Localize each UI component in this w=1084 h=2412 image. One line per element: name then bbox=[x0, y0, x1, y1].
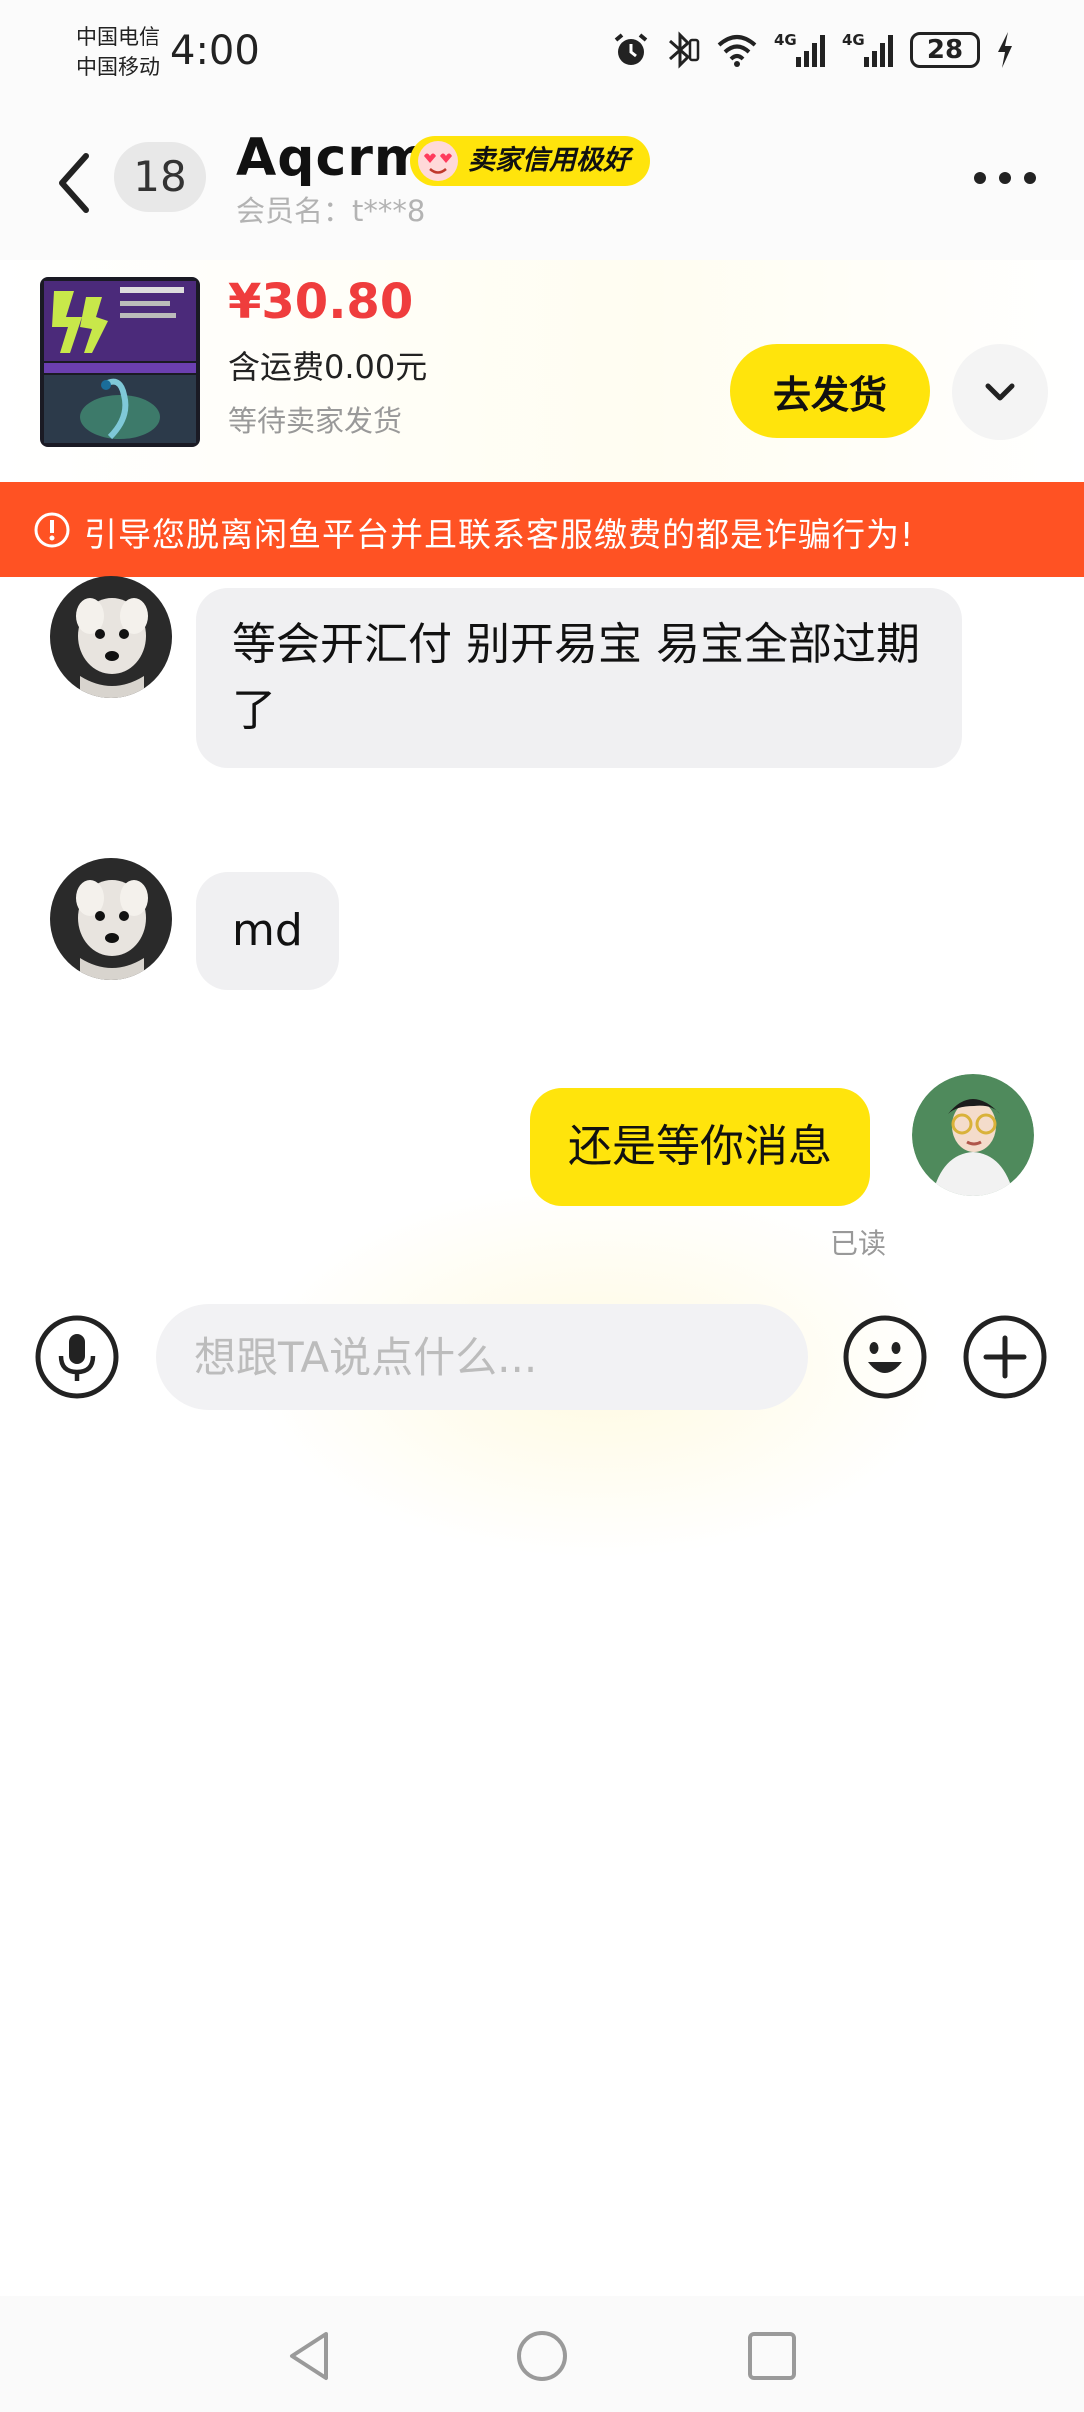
more-options-icon[interactable] bbox=[970, 158, 1040, 198]
carrier-2: 中国移动 bbox=[76, 55, 160, 79]
voice-input-icon[interactable] bbox=[34, 1314, 120, 1400]
signal-icon: 4G bbox=[774, 31, 825, 67]
warning-icon bbox=[34, 512, 70, 548]
order-card: ¥30.80 含运费0.00元 等待卖家发货 去发货 bbox=[0, 260, 1084, 482]
back-button[interactable] bbox=[50, 148, 100, 218]
chat-user-name[interactable]: Aqcrm bbox=[236, 128, 429, 188]
credit-badge-label: 卖家信用极好 bbox=[468, 145, 630, 176]
network-1-label: 4G bbox=[774, 31, 797, 49]
message-bubble[interactable]: 还是等你消息 bbox=[530, 1088, 870, 1206]
carrier-1: 中国电信 bbox=[76, 25, 160, 49]
carrier-info: 中国电信 中国移动 bbox=[76, 22, 160, 82]
bluetooth-icon bbox=[669, 31, 700, 69]
chat-header: 18 Aqcrm 卖家信用极好 会员名：t***8 bbox=[0, 110, 1084, 260]
ship-button[interactable]: 去发货 bbox=[730, 344, 930, 438]
seller-credit-badge[interactable]: 卖家信用极好 bbox=[410, 136, 650, 186]
avatar[interactable] bbox=[50, 858, 172, 980]
order-price: ¥30.80 bbox=[228, 274, 414, 330]
plus-icon[interactable] bbox=[962, 1314, 1048, 1400]
fraud-warning-banner: 引导您脱离闲鱼平台并且联系客服缴费的都是诈骗行为! bbox=[0, 482, 1084, 577]
battery-indicator: 28 bbox=[910, 32, 980, 68]
warning-text: 引导您脱离闲鱼平台并且联系客服缴费的都是诈骗行为! bbox=[84, 515, 915, 554]
avatar[interactable] bbox=[50, 576, 172, 698]
alarm-icon bbox=[614, 33, 648, 65]
input-bar bbox=[0, 1290, 1084, 1420]
message-input[interactable] bbox=[156, 1304, 808, 1410]
heart-eyes-icon bbox=[418, 141, 458, 181]
shipping-fee: 含运费0.00元 bbox=[228, 348, 428, 386]
chat-screen: 中国电信 中国移动 4:00 4G 4G 28 18 Aqcrm 卖家信用极好 … bbox=[0, 0, 1084, 2412]
message-bubble[interactable]: md bbox=[196, 872, 339, 990]
member-name-label: 会员名：t***8 bbox=[236, 194, 426, 228]
system-nav-bar bbox=[0, 2296, 1084, 2412]
emoji-icon[interactable] bbox=[842, 1314, 928, 1400]
charging-icon bbox=[998, 32, 1012, 68]
product-thumbnail[interactable] bbox=[40, 277, 200, 447]
signal-icon: 4G bbox=[842, 31, 893, 67]
nav-recents-icon[interactable] bbox=[742, 2326, 802, 2386]
wifi-icon bbox=[717, 35, 757, 67]
chevron-down-icon bbox=[985, 383, 1015, 401]
status-time: 4:00 bbox=[170, 28, 260, 74]
order-status: 等待卖家发货 bbox=[228, 404, 403, 438]
nav-home-icon[interactable] bbox=[512, 2326, 572, 2386]
message-bubble[interactable]: 等会开汇付 别开易宝 易宝全部过期了 bbox=[196, 588, 962, 768]
read-status: 已读 bbox=[830, 1227, 887, 1260]
nav-back-icon[interactable] bbox=[280, 2326, 340, 2386]
network-2-label: 4G bbox=[842, 31, 865, 49]
status-bar: 中国电信 中国移动 4:00 4G 4G 28 bbox=[0, 0, 1084, 110]
avatar[interactable] bbox=[912, 1074, 1034, 1196]
expand-order-button[interactable] bbox=[952, 344, 1048, 440]
status-icons: 4G 4G 28 bbox=[612, 30, 1014, 70]
unread-count-badge[interactable]: 18 bbox=[114, 142, 206, 212]
